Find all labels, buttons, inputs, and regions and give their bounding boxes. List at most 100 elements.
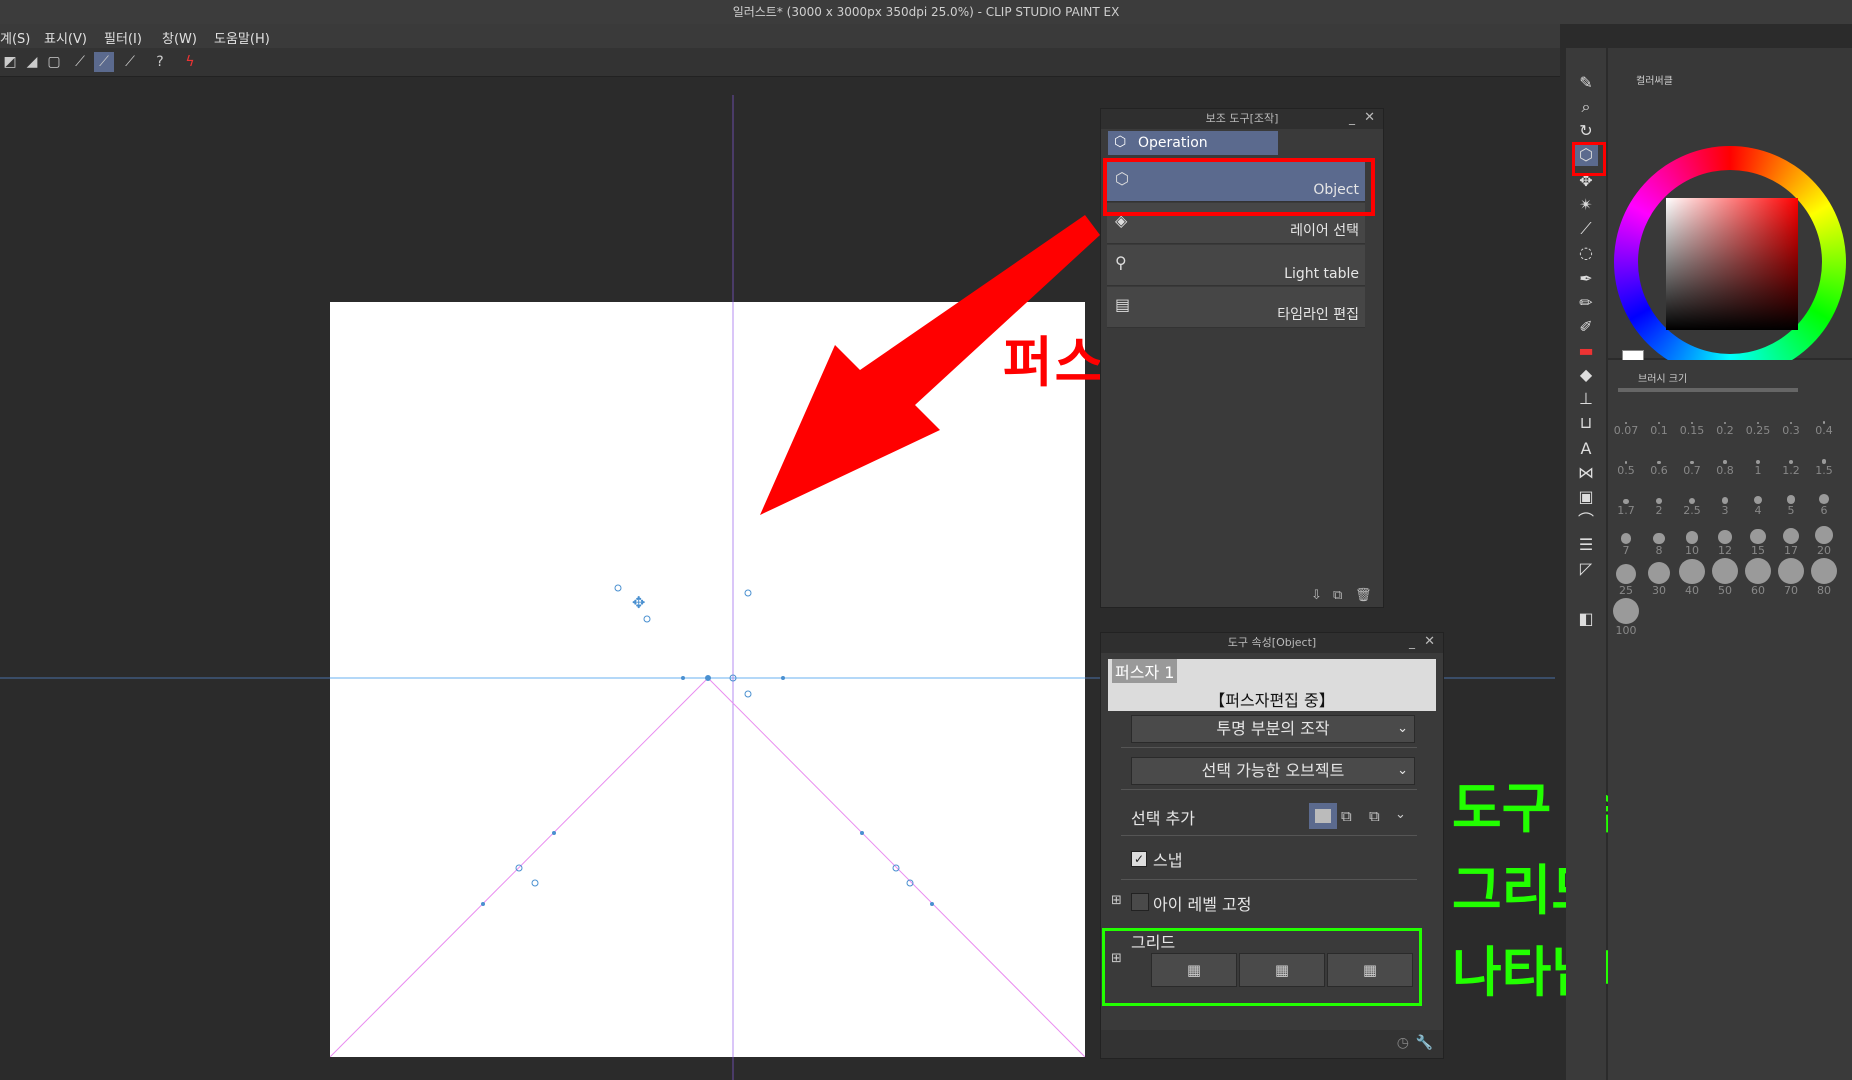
brush-size-option[interactable]: 5 [1775, 484, 1807, 522]
square-icon[interactable]: ▢ [44, 52, 64, 72]
brush-size-option[interactable]: 4 [1742, 484, 1774, 522]
perspective-ruler-icon[interactable]: ⟋ [70, 52, 90, 72]
brush-size-option[interactable]: 1.2 [1775, 444, 1807, 482]
brush-size-label: 10 [1685, 543, 1699, 557]
brush-icon[interactable]: ✎ [1574, 72, 1598, 94]
menu-bar: 계(S) 표시(V) 필터(I) 창(W) 도움말(H) [0, 24, 1560, 48]
menu-item[interactable]: 필터(I) [104, 28, 142, 47]
brush-size-option[interactable]: 30 [1643, 562, 1675, 602]
brush-size-option[interactable]: 0.8 [1709, 444, 1741, 482]
fill-bucket-icon[interactable]: ⊔ [1574, 412, 1598, 434]
sub-tool-light-table[interactable]: ⚲ Light table [1107, 245, 1365, 286]
saturation-square[interactable] [1666, 198, 1798, 330]
brush-size-option[interactable]: 1.5 [1808, 444, 1840, 482]
duplicate-icon[interactable]: ⧉ [1333, 588, 1342, 603]
chevron-down-icon[interactable]: ⌄ [1395, 807, 1406, 822]
brush-size-option[interactable]: 80 [1808, 558, 1840, 602]
brush-size-option[interactable]: 8 [1643, 524, 1675, 562]
brush-size-option[interactable]: 50 [1709, 558, 1741, 602]
brush-size-option[interactable]: 0.3 [1775, 404, 1807, 442]
decoration-icon[interactable]: ▬ [1574, 340, 1598, 362]
brush-size-label: 4 [1754, 504, 1762, 517]
lasso-icon[interactable]: ◌ [1574, 242, 1598, 264]
balloon-icon[interactable]: ⋈ [1574, 462, 1598, 484]
rotate-icon[interactable]: ↻ [1574, 120, 1598, 142]
airbrush-icon[interactable]: ✐ [1574, 316, 1598, 338]
eye-level-checkbox[interactable] [1131, 893, 1149, 911]
text-icon[interactable]: A [1574, 438, 1598, 460]
trash-icon[interactable]: 🗑 [1355, 588, 1372, 603]
menu-item[interactable]: 창(W) [162, 28, 197, 47]
brush-size-option[interactable]: 7 [1610, 524, 1642, 562]
selection-mode-subtract-icon[interactable]: ⧉ [1369, 807, 1380, 825]
selection-mode-add-icon[interactable]: ⧉ [1341, 807, 1352, 825]
brush-size-option[interactable]: 3 [1709, 484, 1741, 522]
tab-operation[interactable]: ⬡ Operation [1108, 131, 1278, 155]
selectable-object-dropdown[interactable]: 선택 가능한 오브젝트 ⌄ [1131, 757, 1415, 785]
transparent-operation-dropdown[interactable]: 투명 부분의 조작 ⌄ [1131, 715, 1415, 743]
brush-size-option[interactable]: 0.6 [1643, 444, 1675, 482]
correct-line-icon[interactable]: ☰ [1574, 534, 1598, 556]
brush-size-option[interactable]: 0.1 [1643, 404, 1675, 442]
ruler-snap-icon[interactable]: ⟋ [94, 52, 114, 72]
eraser-icon[interactable]: ◆ [1574, 364, 1598, 386]
brush-size-option[interactable]: 1 [1742, 444, 1774, 482]
menu-item[interactable]: 도움말(H) [214, 28, 270, 47]
brush-size-option[interactable]: 1.7 [1610, 484, 1642, 522]
pen-icon[interactable]: ✒ [1574, 268, 1598, 290]
brush-size-option[interactable]: 0.25 [1742, 404, 1774, 442]
minimize-icon[interactable]: _ [1349, 111, 1355, 125]
frame-icon[interactable]: ▣ [1574, 486, 1598, 508]
brush-size-option[interactable]: 20 [1808, 524, 1840, 562]
brush-size-option[interactable]: 70 [1775, 558, 1807, 602]
brush-size-option[interactable]: 0.2 [1709, 404, 1741, 442]
close-icon[interactable]: ✕ [1424, 634, 1435, 649]
clip-studio-icon[interactable]: ϟ [180, 52, 200, 72]
brush-size-option[interactable]: 15 [1742, 524, 1774, 562]
help-icon[interactable]: ? [150, 52, 170, 72]
wrench-icon[interactable]: 🔧 [1416, 1035, 1433, 1051]
zoom-icon[interactable]: ⌕ [1574, 96, 1598, 118]
brush-size-option[interactable]: 60 [1742, 558, 1774, 602]
pencil-icon[interactable]: ✏ [1574, 292, 1598, 314]
reset-icon[interactable]: ◷ [1397, 1035, 1409, 1051]
brush-size-option[interactable]: 25 [1610, 564, 1642, 602]
menu-item[interactable]: 계(S) [0, 28, 30, 47]
brush-dot-icon [1754, 496, 1762, 504]
brush-dot-icon [1750, 528, 1766, 544]
selection-mode-new-button[interactable] [1309, 803, 1337, 829]
close-icon[interactable]: ✕ [1364, 110, 1375, 125]
wand-icon[interactable]: ✴ [1574, 194, 1598, 216]
brush-size-option[interactable]: 2 [1643, 484, 1675, 522]
brush-size-option[interactable]: 0.4 [1808, 404, 1840, 442]
ruler-icon[interactable]: ◢ [22, 52, 42, 72]
brush-dot-icon [1613, 598, 1639, 624]
brush-size-option[interactable]: 100 [1610, 598, 1642, 642]
figure-icon[interactable]: ◸ [1574, 558, 1598, 580]
brush-size-option[interactable]: 40 [1676, 558, 1708, 602]
sub-tool-timeline[interactable]: ▤ 타임라인 편집 [1107, 287, 1365, 328]
brush-size-option[interactable]: 0.7 [1676, 444, 1708, 482]
eyedropper-icon[interactable]: ⟋ [1574, 218, 1598, 240]
brush-size-option[interactable]: 12 [1709, 524, 1741, 562]
stamp-icon[interactable]: ⊥ [1574, 388, 1598, 410]
brush-size-option[interactable]: 0.07 [1610, 404, 1642, 442]
handle-dot [930, 902, 934, 906]
expand-icon[interactable]: ⊞ [1111, 893, 1122, 908]
tab-color-circle[interactable]: 컬러써클 [1636, 72, 1673, 87]
menu-item[interactable]: 표시(V) [44, 28, 87, 47]
special-ruler-icon[interactable]: ⟋ [120, 52, 140, 72]
snap-checkbox[interactable]: ✓ [1131, 851, 1147, 867]
brush-size-slider[interactable] [1618, 388, 1798, 392]
ruler-tool-icon[interactable]: ⌒ [1574, 510, 1598, 532]
brush-size-option[interactable]: 17 [1775, 524, 1807, 562]
brush-size-option[interactable]: 2.5 [1676, 484, 1708, 522]
minimize-icon[interactable]: _ [1409, 635, 1415, 649]
brush-size-option[interactable]: 6 [1808, 484, 1840, 522]
brush-size-option[interactable]: 10 [1676, 524, 1708, 562]
download-icon[interactable]: ⇩ [1311, 588, 1322, 603]
color-swatch-icon[interactable]: ◧ [1574, 608, 1598, 630]
brush-size-option[interactable]: 0.5 [1610, 444, 1642, 482]
brush-size-option[interactable]: 0.15 [1676, 404, 1708, 442]
fill-icon[interactable]: ◩ [0, 52, 20, 72]
